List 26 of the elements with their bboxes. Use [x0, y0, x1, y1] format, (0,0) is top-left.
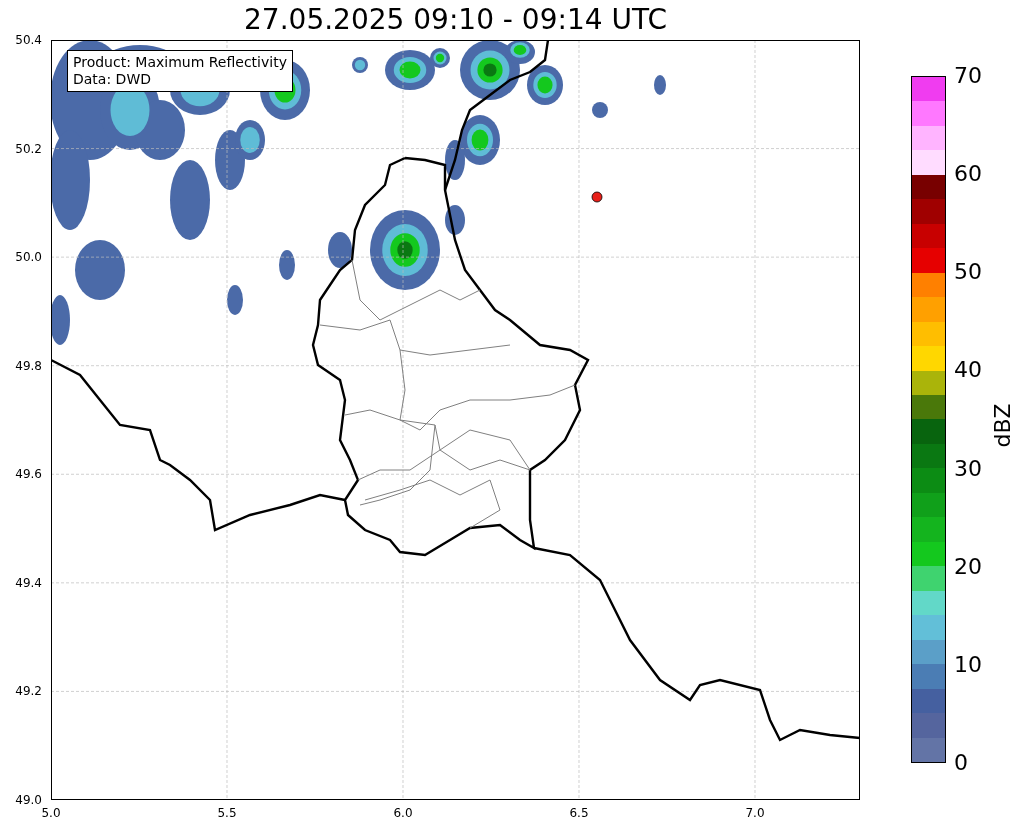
colorbar-tick-label: 10: [954, 651, 982, 678]
location-marker: [591, 191, 603, 203]
y-tick-label: 50.2: [14, 141, 42, 156]
colorbar-label: dBZ: [988, 402, 1016, 448]
x-tick-label: 6.0: [392, 806, 414, 820]
chart-title: 27.05.2025 09:10 - 09:14 UTC: [243, 3, 668, 37]
y-tick-label: 49.2: [14, 684, 42, 699]
colorbar-tick-label: 20: [954, 553, 982, 580]
colorbar-tick-label: 70: [954, 63, 982, 89]
x-tick-label: 7.0: [744, 806, 766, 820]
y-tick-label: 49.6: [14, 467, 42, 482]
colorbar-tick-label: 30: [954, 455, 982, 482]
x-tick-label: 5.0: [40, 806, 62, 820]
y-tick-label: 49.0: [14, 793, 42, 807]
y-tick-label: 50.0: [14, 250, 42, 265]
colorbar-tick-label: 40: [954, 357, 982, 384]
colorbar-tick-label: 50: [954, 259, 982, 286]
colorbar-tick-label: 60: [954, 161, 982, 188]
legend-text: Product: Maximum Reflectivity: [73, 54, 287, 71]
x-tick-label: 6.5: [568, 806, 590, 820]
colorbar-tick-label: 0: [954, 750, 968, 776]
y-tick-label: 49.4: [14, 575, 42, 590]
y-tick-label: 50.4: [14, 33, 42, 47]
y-tick-label: 49.8: [14, 358, 42, 373]
x-tick-label: 5.5: [216, 806, 238, 820]
legend-text: Data: DWD: [73, 71, 152, 88]
